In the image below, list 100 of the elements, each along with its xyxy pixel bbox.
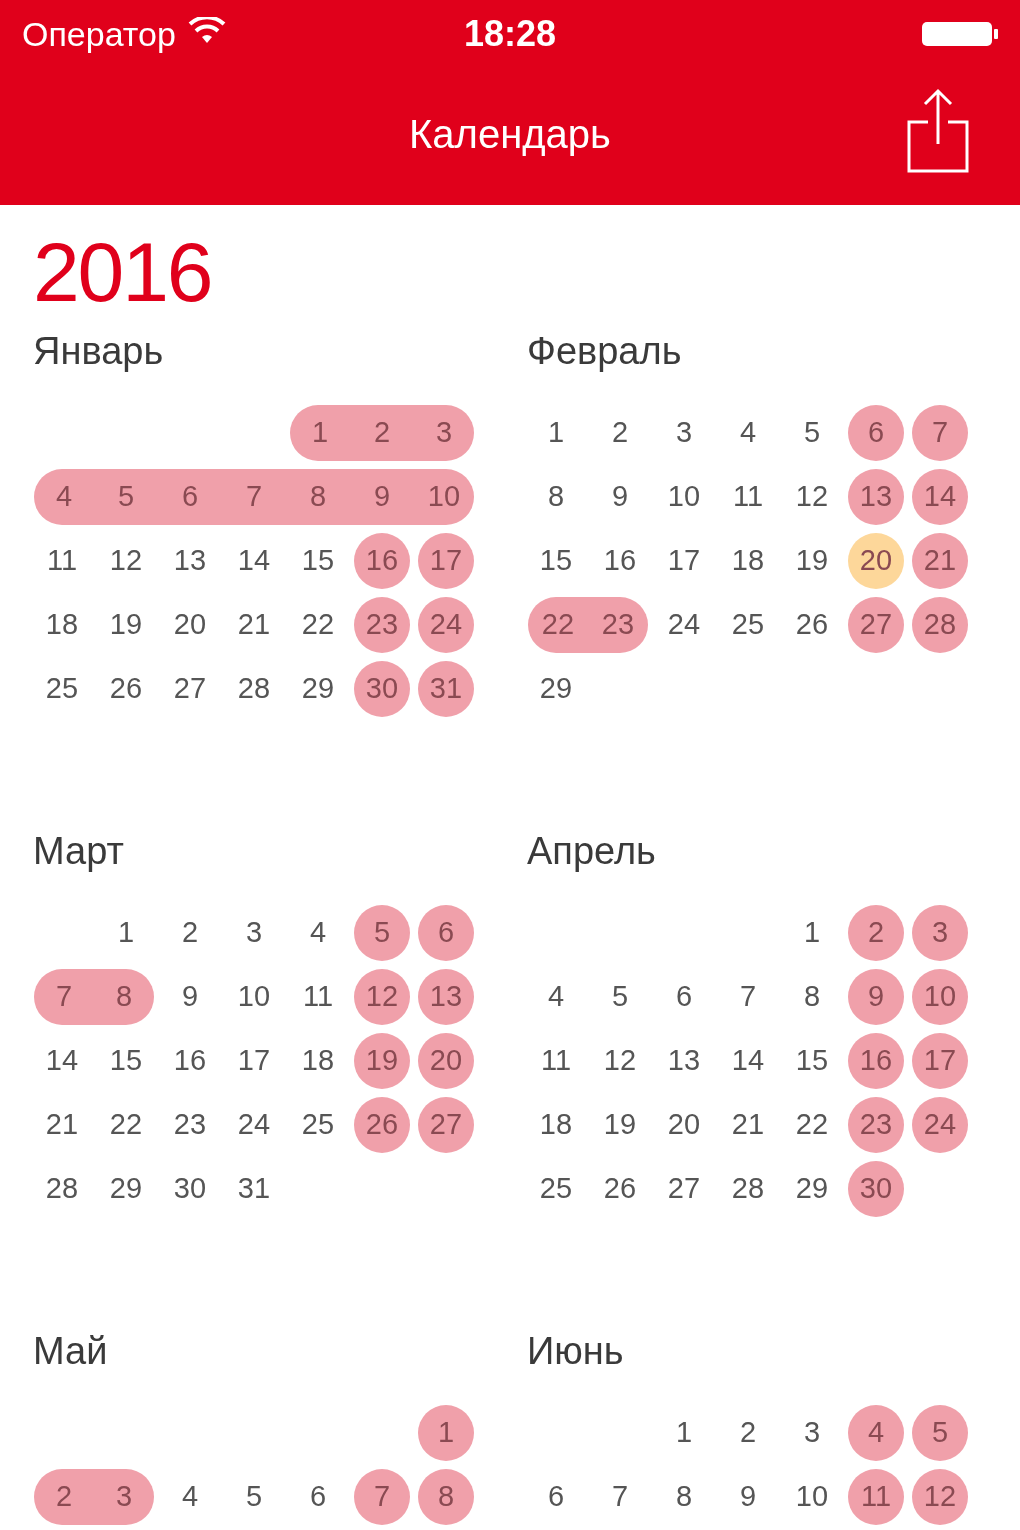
day-number: 12: [108, 543, 144, 579]
day-number: 7: [930, 415, 950, 451]
day-number: 19: [108, 607, 144, 643]
day-number: 15: [108, 1043, 144, 1079]
day-number: 14: [44, 1043, 80, 1079]
nav-title: Календарь: [409, 110, 611, 158]
day-number: 4: [738, 415, 758, 451]
day-number: 20: [666, 1107, 702, 1143]
day-number: 13: [172, 543, 208, 579]
day-number: 12: [602, 1043, 638, 1079]
day-number: 21: [922, 543, 958, 579]
day-number: 30: [172, 1171, 208, 1207]
day-number: 23: [364, 607, 400, 643]
day-number: 4: [866, 1415, 886, 1451]
day-number: 7: [610, 1479, 630, 1515]
day-number: 28: [236, 671, 272, 707]
day-number: 8: [674, 1479, 694, 1515]
day-number: 14: [730, 1043, 766, 1079]
day-number: 1: [546, 415, 566, 451]
day-number: 22: [540, 607, 576, 643]
carrier-name: Оператор: [22, 13, 176, 55]
day-number: 12: [794, 479, 830, 515]
day-number: 26: [602, 1171, 638, 1207]
day-number: 24: [666, 607, 702, 643]
day-number: 3: [244, 915, 264, 951]
day-number: 25: [730, 607, 766, 643]
day-number: 29: [794, 1171, 830, 1207]
day-number: 19: [794, 543, 830, 579]
day-number: 3: [674, 415, 694, 451]
day-number: 1: [674, 1415, 694, 1451]
day-number: 5: [116, 479, 136, 515]
day-number: 3: [802, 1415, 822, 1451]
day-number: 13: [428, 979, 464, 1015]
day-number: 1: [802, 915, 822, 951]
day-number: 5: [802, 415, 822, 451]
day-number: 11: [45, 543, 79, 579]
day-number: 6: [866, 415, 886, 451]
day-number: 27: [172, 671, 208, 707]
day-number: 17: [922, 1043, 958, 1079]
day-number: 20: [858, 543, 894, 579]
day-number: 4: [180, 1479, 200, 1515]
day-number: 7: [54, 979, 74, 1015]
day-number: 5: [372, 915, 392, 951]
day-number: 1: [436, 1415, 456, 1451]
day-number: 21: [730, 1107, 766, 1143]
day-number: 31: [236, 1171, 272, 1207]
day-number: 16: [602, 543, 638, 579]
day-number: 20: [428, 1043, 464, 1079]
day-number: 6: [546, 1479, 566, 1515]
day-number: 17: [428, 543, 464, 579]
day-number: 18: [538, 1107, 574, 1143]
day-number: 15: [538, 543, 574, 579]
day-number: 2: [54, 1479, 74, 1515]
day-number: 28: [44, 1171, 80, 1207]
day-number: 20: [172, 607, 208, 643]
day-number: 27: [666, 1171, 702, 1207]
day-number: 12: [922, 1479, 958, 1515]
day-number: 6: [436, 915, 456, 951]
day-number: 30: [364, 671, 400, 707]
day-number: 10: [922, 979, 958, 1015]
day-number: 13: [666, 1043, 702, 1079]
day-number: 1: [116, 915, 136, 951]
day-number: 9: [738, 1479, 758, 1515]
day-number: 2: [610, 415, 630, 451]
day-number: 10: [426, 479, 462, 515]
day-number: 14: [922, 479, 958, 515]
day-number: 8: [308, 479, 328, 515]
day-number: 29: [538, 671, 574, 707]
day-number: 4: [54, 479, 74, 515]
day-number: 7: [244, 479, 264, 515]
month-name: Апрель: [527, 829, 657, 874]
day-number: 24: [428, 607, 464, 643]
day-number: 19: [364, 1043, 400, 1079]
day-number: 17: [236, 1043, 272, 1079]
day-number: 15: [794, 1043, 830, 1079]
month-name: Май: [33, 1329, 109, 1374]
day-number: 22: [108, 1107, 144, 1143]
day-number: 26: [794, 607, 830, 643]
day-number: 8: [546, 479, 566, 515]
day-number: 11: [539, 1043, 573, 1079]
day-number: 22: [300, 607, 336, 643]
day-number: 19: [602, 1107, 638, 1143]
day-number: 10: [666, 479, 702, 515]
day-number: 7: [372, 1479, 392, 1515]
day-number: 4: [546, 979, 566, 1015]
day-number: 9: [610, 479, 630, 515]
day-number: 13: [858, 479, 894, 515]
share-icon[interactable]: [906, 88, 970, 174]
day-number: 3: [114, 1479, 134, 1515]
day-number: 2: [180, 915, 200, 951]
day-number: 31: [428, 671, 464, 707]
day-number: 2: [866, 915, 886, 951]
day-number: 25: [538, 1171, 574, 1207]
day-number: 5: [930, 1415, 950, 1451]
day-number: 15: [300, 543, 336, 579]
status-time: 18:28: [464, 12, 557, 56]
day-number: 14: [236, 543, 272, 579]
day-number: 1: [310, 415, 330, 451]
day-number: 28: [730, 1171, 766, 1207]
day-number: 9: [866, 979, 886, 1015]
